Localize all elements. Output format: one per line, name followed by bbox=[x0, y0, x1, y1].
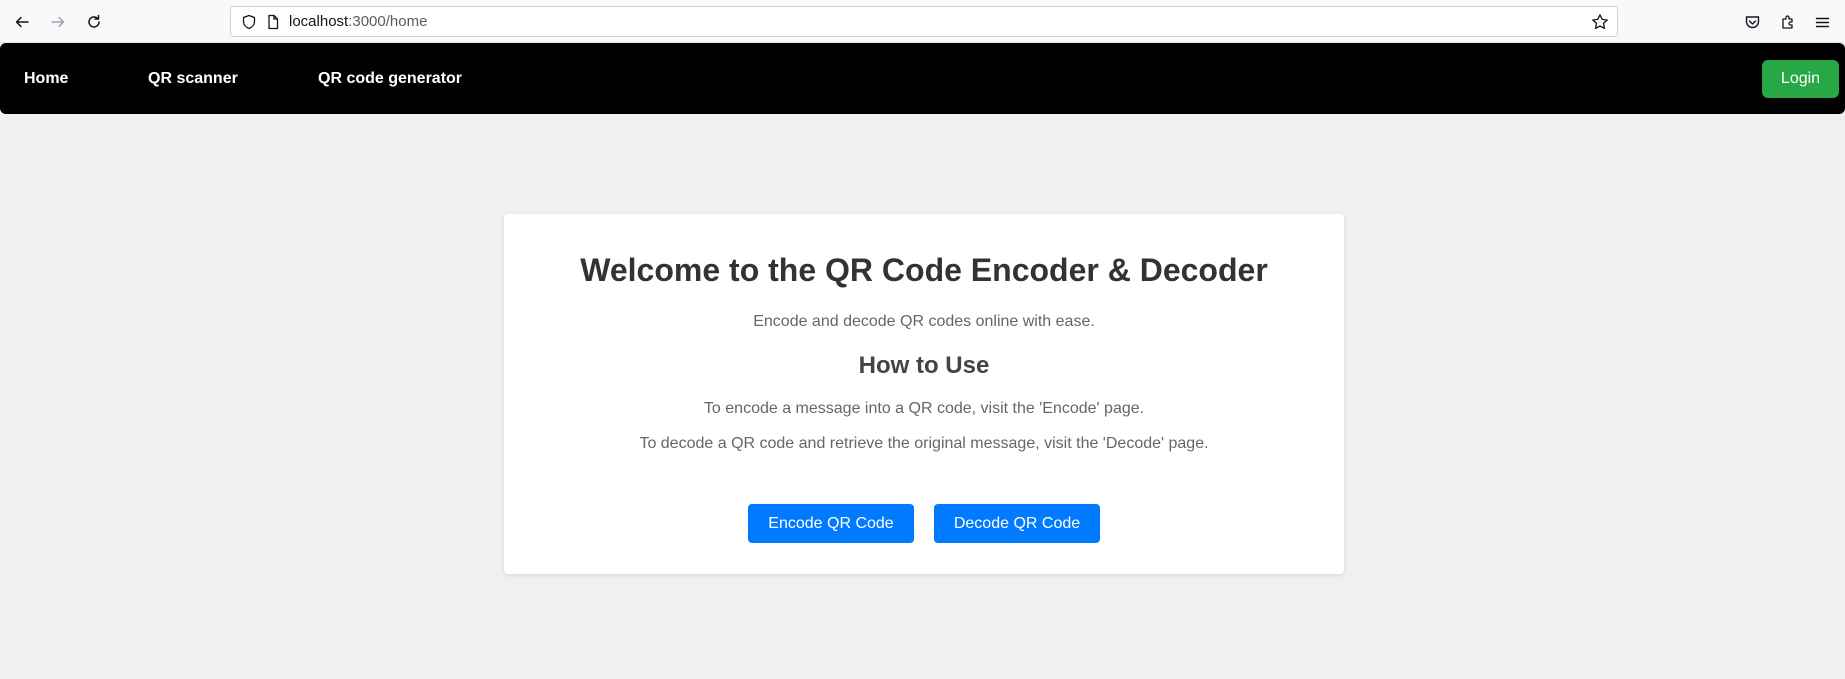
encode-qr-button[interactable]: Encode QR Code bbox=[748, 504, 914, 543]
page-title: Welcome to the QR Code Encoder & Decoder bbox=[580, 252, 1268, 288]
reload-button[interactable] bbox=[82, 10, 106, 34]
puzzle-icon bbox=[1781, 14, 1793, 29]
back-button[interactable] bbox=[10, 10, 34, 34]
star-icon[interactable] bbox=[1591, 13, 1609, 31]
url-text[interactable]: localhost:3000/home bbox=[289, 13, 1591, 30]
reload-icon bbox=[88, 14, 100, 28]
how-to-heading: How to Use bbox=[858, 352, 990, 379]
login-button[interactable]: Login bbox=[1762, 60, 1839, 98]
instruction-decode: To decode a QR code and retrieve the ori… bbox=[639, 435, 1209, 452]
arrow-left-icon bbox=[15, 16, 29, 28]
url-host: localhost bbox=[289, 13, 349, 30]
instruction-encode: To encode a message into a QR code, visi… bbox=[703, 400, 1145, 417]
menu-button[interactable] bbox=[1810, 10, 1834, 34]
pocket-button[interactable] bbox=[1740, 10, 1764, 34]
decode-qr-button[interactable]: Decode QR Code bbox=[934, 504, 1100, 543]
url-path: :3000/home bbox=[348, 13, 428, 30]
url-bar[interactable]: localhost:3000/home bbox=[230, 6, 1618, 37]
extensions-button[interactable] bbox=[1776, 10, 1800, 34]
welcome-card: Welcome to the QR Code Encoder & Decoder… bbox=[504, 214, 1344, 574]
browser-toolbar: localhost:3000/home bbox=[0, 0, 1845, 43]
nav-link-qr-generator[interactable]: QR code generator bbox=[318, 43, 462, 114]
arrow-right-icon bbox=[51, 16, 65, 28]
forward-button[interactable] bbox=[46, 10, 70, 34]
nav-link-home[interactable]: Home bbox=[24, 43, 68, 114]
page-icon[interactable] bbox=[265, 14, 281, 30]
pocket-icon bbox=[1745, 15, 1759, 28]
top-navbar: Home QR scanner QR code generator Login bbox=[0, 43, 1845, 114]
page-subtitle: Encode and decode QR codes online with e… bbox=[753, 313, 1095, 330]
hamburger-menu-icon bbox=[1815, 17, 1829, 27]
shield-icon[interactable] bbox=[241, 14, 257, 30]
nav-link-qr-scanner[interactable]: QR scanner bbox=[148, 43, 238, 114]
